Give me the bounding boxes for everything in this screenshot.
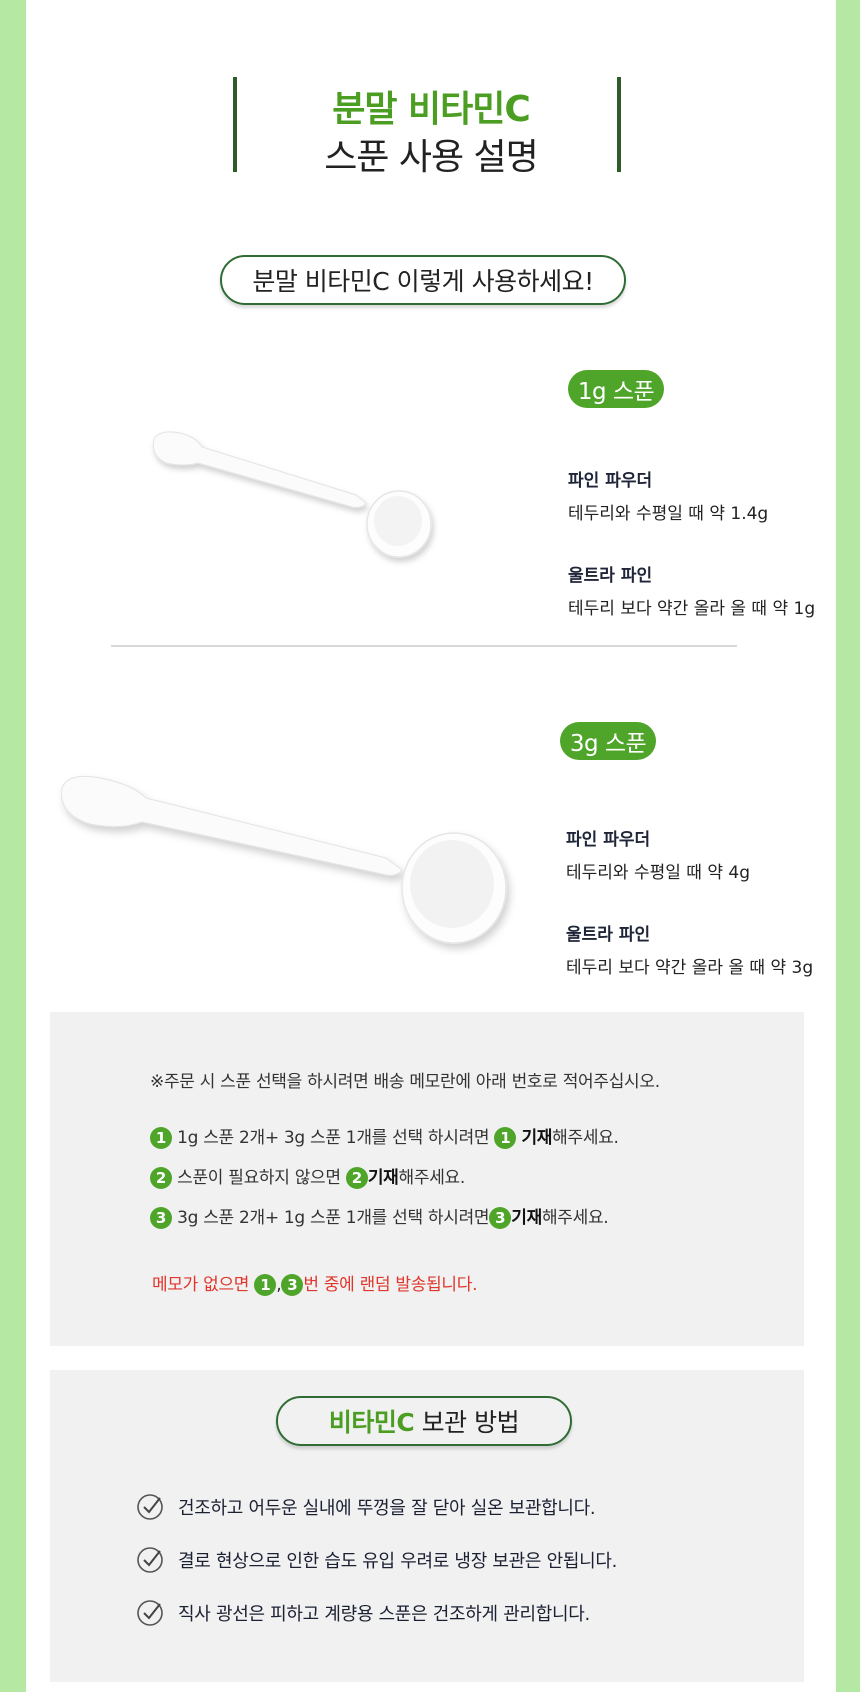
order-option-3: 3 3g 스푼 2개+ 1g 스푼 1개를 선택 하시려면 3 기재해주세요. [150,1203,609,1229]
check-circle-icon [137,1547,163,1573]
spoon-3g-ultra-desc: 테두리 보다 약간 올라 올 때 약 3g [566,958,814,978]
number-badge: 3 [281,1274,304,1296]
memo-notice: 메모가 없으면 1,3번 중에 랜덤 발송됩니다. [152,1270,478,1296]
order-option-2: 2 스푼이 필요하지 않으면 2 기재해주세요. [150,1163,465,1189]
storage-title-rest: 보관 방법 [414,1408,520,1437]
option-text: 스푼이 필요하지 않으면 [177,1168,341,1188]
spoon-3g-fine-title: 파인 파우더 [566,830,651,850]
option-suffix: 해주세요. [541,1208,609,1228]
number-badge: 1 [254,1274,277,1296]
page-title-line2: 스푼 사용 설명 [324,137,539,178]
section-divider [111,645,737,647]
option-text: 1g 스푼 2개+ 3g 스푼 1개를 선택 하시려면 [177,1128,490,1148]
number-badge: 2 [150,1167,172,1189]
spoon-3g-fine-desc: 테두리와 수평일 때 약 4g [566,863,750,883]
spoon-3g-ultra-title: 울트라 파인 [566,925,651,945]
option-text: 3g 스푼 2개+ 1g 스푼 1개를 선택 하시려면 [177,1208,490,1228]
number-badge: 3 [489,1207,512,1229]
badge-1g-spoon: 1g 스푼 [568,370,664,408]
page-content: 분말 비타민C 스푼 사용 설명 분말 비타민C 이렇게 사용하세요! 1g 스… [26,0,836,1692]
spoon-1g-image [152,431,432,558]
number-badge: 2 [345,1167,368,1189]
number-badge: 3 [150,1207,172,1229]
number-badge: 1 [494,1127,517,1149]
spoon-1g-fine-title: 파인 파우더 [568,471,653,491]
usage-heading-pill: 분말 비타민C 이렇게 사용하세요! [220,255,626,305]
storage-item: 직사 광선은 피하고 계량용 스푼은 건조하게 관리합니다. [136,1599,590,1627]
spoon-1g-fine-desc: 테두리와 수평일 때 약 1.4g [568,504,769,524]
option-bold: 기재 [511,1208,542,1228]
number-badge: 1 [150,1127,172,1149]
order-option-1: 1 1g 스푼 2개+ 3g 스푼 1개를 선택 하시려면 1 기재해주세요. [150,1123,619,1149]
storage-item: 건조하고 어두운 실내에 뚜껑을 잘 닫아 실온 보관합니다. [136,1493,596,1521]
memo-suffix: 번 중에 랜덤 발송됩니다. [303,1275,478,1295]
badge-3g-spoon: 3g 스푼 [560,722,656,760]
option-bold: 기재 [367,1168,399,1188]
storage-heading-pill: 비타민C 보관 방법 [276,1396,572,1446]
storage-item-text: 직사 광선은 피하고 계량용 스푼은 건조하게 관리합니다. [178,1604,590,1625]
option-bold: 기재 [521,1128,553,1148]
spoon-1g-ultra-desc: 테두리 보다 약간 올라 올 때 약 1g [568,599,816,619]
option-suffix: 해주세요. [552,1128,619,1148]
check-circle-icon [137,1494,163,1520]
storage-item-text: 결로 현상으로 인한 습도 유입 우려로 냉장 보관은 안됩니다. [178,1551,618,1572]
spoon-1g-ultra-title: 울트라 파인 [568,566,653,586]
page-title-line1: 분말 비타민C [332,89,531,130]
check-circle-icon [137,1600,163,1626]
memo-prefix: 메모가 없으면 [152,1275,250,1295]
option-suffix: 해주세요. [398,1168,466,1188]
storage-item: 결로 현상으로 인한 습도 유입 우려로 냉장 보관은 안됩니다. [136,1546,617,1574]
storage-title-green: 비타민C [328,1408,415,1437]
storage-item-text: 건조하고 어두운 실내에 뚜껑을 잘 닫아 실온 보관합니다. [178,1498,596,1519]
spoon-3g-image [61,775,507,944]
order-notice-intro: ※주문 시 스푼 선택을 하시려면 배송 메모란에 아래 번호로 적어주십시오. [150,1072,660,1092]
